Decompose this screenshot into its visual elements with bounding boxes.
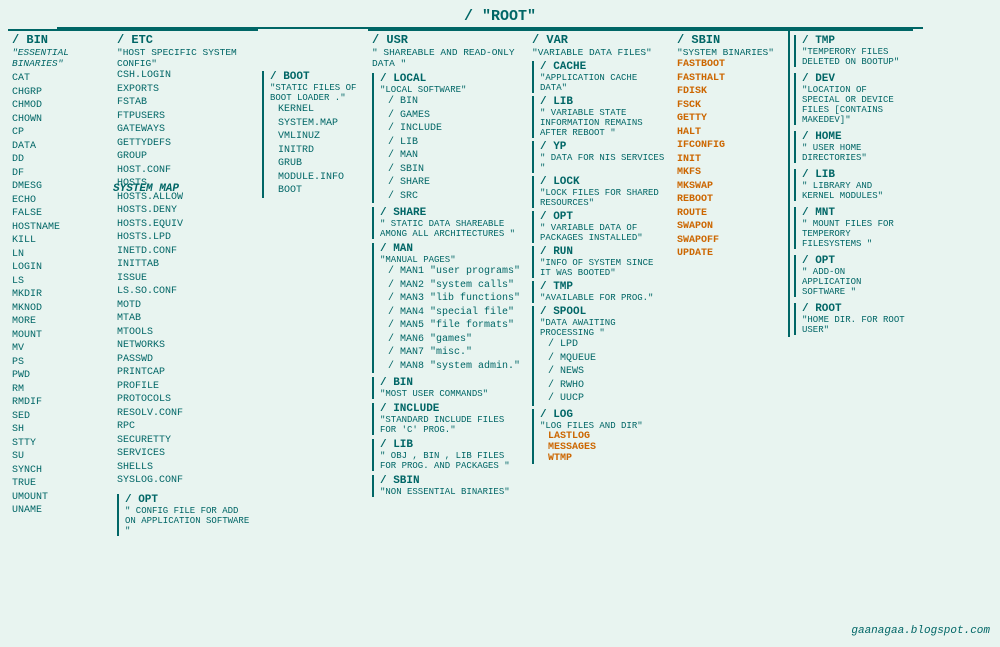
usr-local-items: / BIN / GAMES / INCLUDE / LIB / MAN / SB… — [388, 95, 524, 203]
right-dev: / DEV "LOCATION OF SPECIAL OR DEVICE FIL… — [794, 73, 909, 125]
sbin-title: / SBIN — [677, 33, 784, 47]
right-tmp: / TMP "TEMPERORY FILES DELETED ON BOOTUP… — [794, 35, 909, 67]
right-root: / ROOT "HOME DIR. FOR ROOT USER" — [794, 303, 909, 335]
etc-opt-title: / OPT — [125, 494, 254, 506]
var-lock: / LOCK "LOCK FILES FOR SHARED RESOURCES" — [532, 176, 669, 208]
boot-section: / BOOT "STATIC FILES OF BOOT LOADER ." K… — [258, 69, 368, 200]
boot-items: KERNEL SYSTEM.MAP VMLINUZ INITRD GRUB MO… — [278, 103, 364, 198]
usr-lib-desc: " OBJ , BIN , LIB FILES FOR PROG. AND PA… — [380, 451, 524, 471]
bin-title: / BIN — [12, 33, 109, 47]
var-cache: / CACHE "APPLICATION CACHE DATA" — [532, 61, 669, 93]
usr-title: / USR — [372, 33, 524, 47]
usr-sbin-desc: "NON ESSENTIAL BINARIES" — [380, 487, 524, 497]
usr-man: / MAN "MANUAL PAGES" / MAN1 "user progra… — [372, 243, 524, 373]
var-desc: "VARIABLE DATA FILES" — [532, 47, 669, 58]
etc-desc: "HOST SPECIFIC SYSTEM CONFIG" — [117, 47, 254, 69]
var-yp: / YP " DATA FOR NIS SERVICES " — [532, 141, 669, 173]
var-run: / RUN "INFO OF SYSTEM SINCE IT WAS BOOTE… — [532, 246, 669, 278]
etc-boot-section: / ETC "HOST SPECIFIC SYSTEM CONFIG" CSH.… — [113, 29, 258, 538]
right-home: / HOME " USER HOME DIRECTORIES" — [794, 131, 909, 163]
page: { "root": { "title": "/ \"ROOT\"" }, "sy… — [0, 0, 1000, 647]
right-opt: / OPT " ADD-ON APPLICATION SOFTWARE " — [794, 255, 909, 297]
right-mnt: / MNT " MOUNT FILES FOR TEMPERORY FILESY… — [794, 207, 909, 249]
var-log: / LOG "LOG FILES AND DIR" LASTLOG MESSAG… — [532, 409, 669, 464]
usr-lib-title: / LIB — [380, 439, 524, 451]
usr-sbin: / SBIN "NON ESSENTIAL BINARIES" — [372, 475, 524, 497]
root-title: / "ROOT" — [8, 8, 992, 25]
usr-include-title: / INCLUDE — [380, 403, 524, 415]
var-lib: / LIB " VARIABLE STATE INFORMATION REMAI… — [532, 96, 669, 138]
usr-share-title: / SHARE — [380, 207, 524, 219]
sbin-items: FASTBOOT FASTHALT FDISK FSCK GETTY HALT … — [677, 58, 784, 261]
etc-title: / ETC — [117, 33, 254, 47]
var-section: / VAR "VARIABLE DATA FILES" / CACHE "APP… — [528, 29, 673, 466]
sbin-section: / SBIN "SYSTEM BINARIES" FASTBOOT FASTHA… — [673, 29, 788, 263]
usr-local-desc: "LOCAL SOFTWARE" — [380, 85, 524, 95]
usr-share-desc: " STATIC DATA SHAREABLE AMONG ALL ARCHIT… — [380, 219, 520, 239]
etc-subsection: / ETC "HOST SPECIFIC SYSTEM CONFIG" CSH.… — [117, 33, 254, 536]
var-opt: / OPT " VARIABLE DATA OF PACKAGES INSTAL… — [532, 211, 669, 243]
usr-bin-title: / BIN — [380, 377, 524, 389]
usr-desc: " SHAREABLE AND READ-ONLY DATA " — [372, 47, 524, 69]
usr-local: / LOCAL "LOCAL SOFTWARE" / BIN / GAMES /… — [372, 73, 524, 203]
sbin-desc: "SYSTEM BINARIES" — [677, 47, 784, 58]
bin-items: CAT CHGRP CHMOD CHOWN CP DATA DD DF DMES… — [12, 72, 109, 518]
usr-section: / USR " SHAREABLE AND READ-ONLY DATA " /… — [368, 29, 528, 499]
usr-bin: / BIN "MOST USER COMMANDS" — [372, 377, 524, 399]
usr-man-items: / MAN1 "user programs" / MAN2 "system ca… — [388, 265, 524, 373]
usr-lib: / LIB " OBJ , BIN , LIB FILES FOR PROG. … — [372, 439, 524, 471]
var-spool-items: / LPD / MQUEUE / NEWS / RWHO / UUCP — [548, 338, 669, 406]
usr-include-desc: "STANDARD INCLUDE FILES FOR 'C' PROG." — [380, 415, 524, 435]
usr-sbin-title: / SBIN — [380, 475, 524, 487]
usr-bin-desc: "MOST USER COMMANDS" — [380, 389, 524, 399]
right-lib: / LIB " LIBRARY AND KERNEL MODULES" — [794, 169, 909, 201]
usr-man-title: / MAN — [380, 243, 524, 255]
etc-opt: / OPT " CONFIG FILE FOR ADD ON APPLICATI… — [117, 494, 254, 536]
var-spool: / SPOOL "DATA AWAITING PROCESSING " / LP… — [532, 306, 669, 406]
usr-man-desc: "MANUAL PAGES" — [380, 255, 524, 265]
bin-desc: "ESSENTIAL BINARIES" — [12, 47, 109, 69]
bin-section: / BIN "ESSENTIAL BINARIES" CAT CHGRP CHM… — [8, 29, 113, 520]
var-log-items: LASTLOG MESSAGES WTMP — [548, 431, 669, 464]
watermark: gaanagaa.blogspot.com — [851, 625, 990, 637]
usr-local-title: / LOCAL — [380, 73, 524, 85]
usr-include: / INCLUDE "STANDARD INCLUDE FILES FOR 'C… — [372, 403, 524, 435]
right-section: / TMP "TEMPERORY FILES DELETED ON BOOTUP… — [788, 29, 913, 337]
var-tmp: / TMP "AVAILABLE FOR PROG." — [532, 281, 669, 303]
boot-desc: "STATIC FILES OF BOOT LOADER ." — [270, 83, 364, 103]
var-title: / VAR — [532, 33, 669, 47]
etc-items: CSH.LOGIN EXPORTS FSTAB FTPUSERS GATEWAY… — [117, 69, 254, 488]
etc-opt-desc: " CONFIG FILE FOR ADD ON APPLICATION SOF… — [125, 506, 254, 536]
system-map-label: SYSTEM MAP — [113, 183, 179, 195]
usr-share: / SHARE " STATIC DATA SHAREABLE AMONG AL… — [372, 207, 524, 239]
boot-title: / BOOT — [270, 71, 364, 83]
